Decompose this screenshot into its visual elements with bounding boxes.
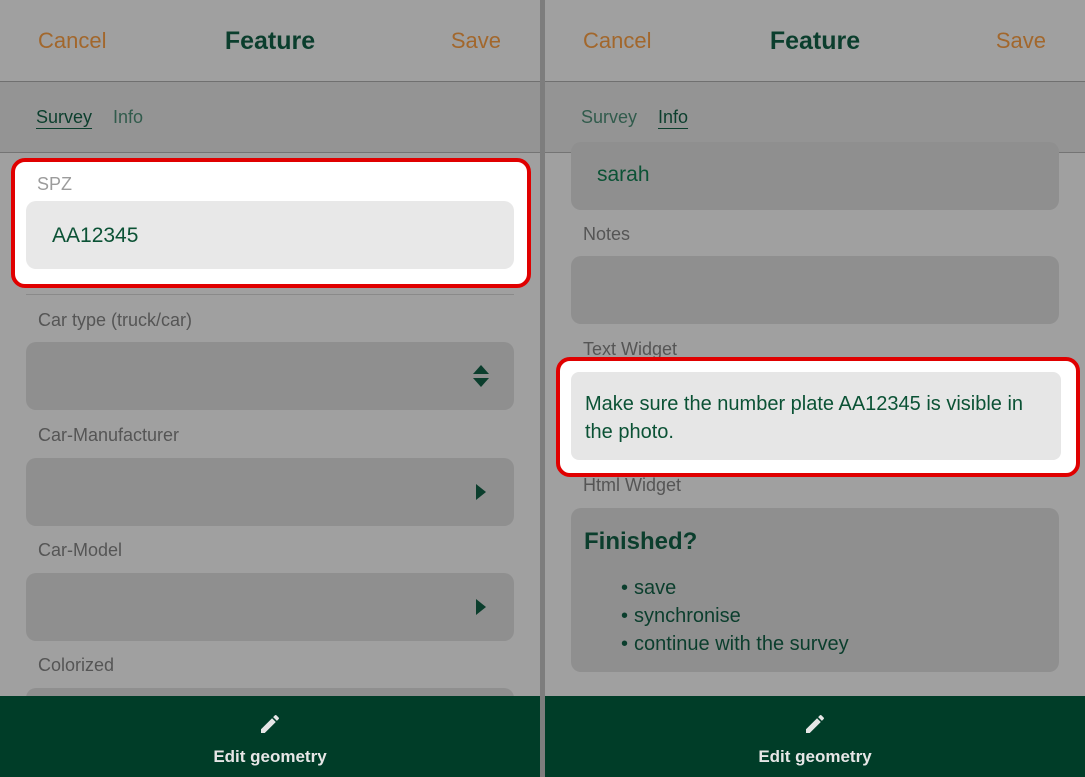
user-value: sarah: [597, 163, 650, 186]
edit-geometry-button[interactable]: Edit geometry: [0, 696, 540, 777]
tab-survey[interactable]: Survey: [36, 107, 92, 128]
car-model-label: Car-Model: [38, 540, 123, 560]
car-model-field[interactable]: [26, 573, 514, 641]
html-widget-title: Finished?: [584, 528, 698, 555]
save-button[interactable]: Save: [996, 28, 1046, 54]
tab-info[interactable]: Info: [113, 107, 143, 128]
user-field[interactable]: sarah: [571, 142, 1059, 210]
notes-label: Notes: [583, 224, 631, 244]
header-bar: Cancel Feature Save: [545, 0, 1085, 82]
spz-highlight: SPZ AA12345: [11, 158, 531, 288]
pencil-icon: [806, 714, 825, 733]
html-widget-list: save synchronise continue with the surve…: [621, 574, 849, 658]
html-widget: Finished? save synchronise continue with…: [571, 508, 1059, 672]
list-item: synchronise: [621, 602, 849, 630]
spz-input[interactable]: AA12345: [26, 201, 514, 269]
text-widget-highlight: Make sure the number plate AA12345 is vi…: [556, 357, 1080, 477]
list-item: continue with the survey: [621, 630, 849, 658]
header-bar: Cancel Feature Save: [0, 0, 540, 82]
car-manufacturer-label: Car-Manufacturer: [38, 425, 180, 445]
pencil-icon: [261, 714, 280, 733]
survey-panel: Cancel Feature Save Survey Info SPZ AA12…: [0, 0, 540, 777]
edit-geometry-button[interactable]: Edit geometry: [545, 696, 1085, 777]
notes-field[interactable]: [571, 256, 1059, 324]
car-manufacturer-field[interactable]: [26, 458, 514, 526]
info-panel: Cancel Feature Save Survey Info sarah No…: [545, 0, 1085, 777]
colorized-label: Colorized: [38, 655, 115, 675]
tab-bar: Survey Info: [0, 82, 540, 153]
spz-label: SPZ: [37, 174, 73, 194]
text-widget-value: Make sure the number plate AA12345 is vi…: [585, 393, 1024, 443]
spz-value: AA12345: [52, 224, 139, 247]
text-widget-field: Make sure the number plate AA12345 is vi…: [571, 372, 1061, 460]
edit-geometry-label: Edit geometry: [213, 747, 327, 766]
save-button[interactable]: Save: [451, 28, 501, 54]
car-type-select[interactable]: [26, 342, 514, 410]
tab-survey[interactable]: Survey: [581, 107, 637, 128]
list-item: save: [621, 574, 849, 602]
chevron-right-icon: [476, 599, 486, 615]
divider: [26, 294, 514, 295]
edit-geometry-label: Edit geometry: [758, 747, 872, 766]
sort-arrows-icon: [473, 365, 489, 387]
html-widget-label: Html Widget: [583, 475, 682, 495]
chevron-right-icon: [476, 484, 486, 500]
car-type-label: Car type (truck/car): [38, 310, 193, 330]
tab-info[interactable]: Info: [658, 107, 688, 128]
